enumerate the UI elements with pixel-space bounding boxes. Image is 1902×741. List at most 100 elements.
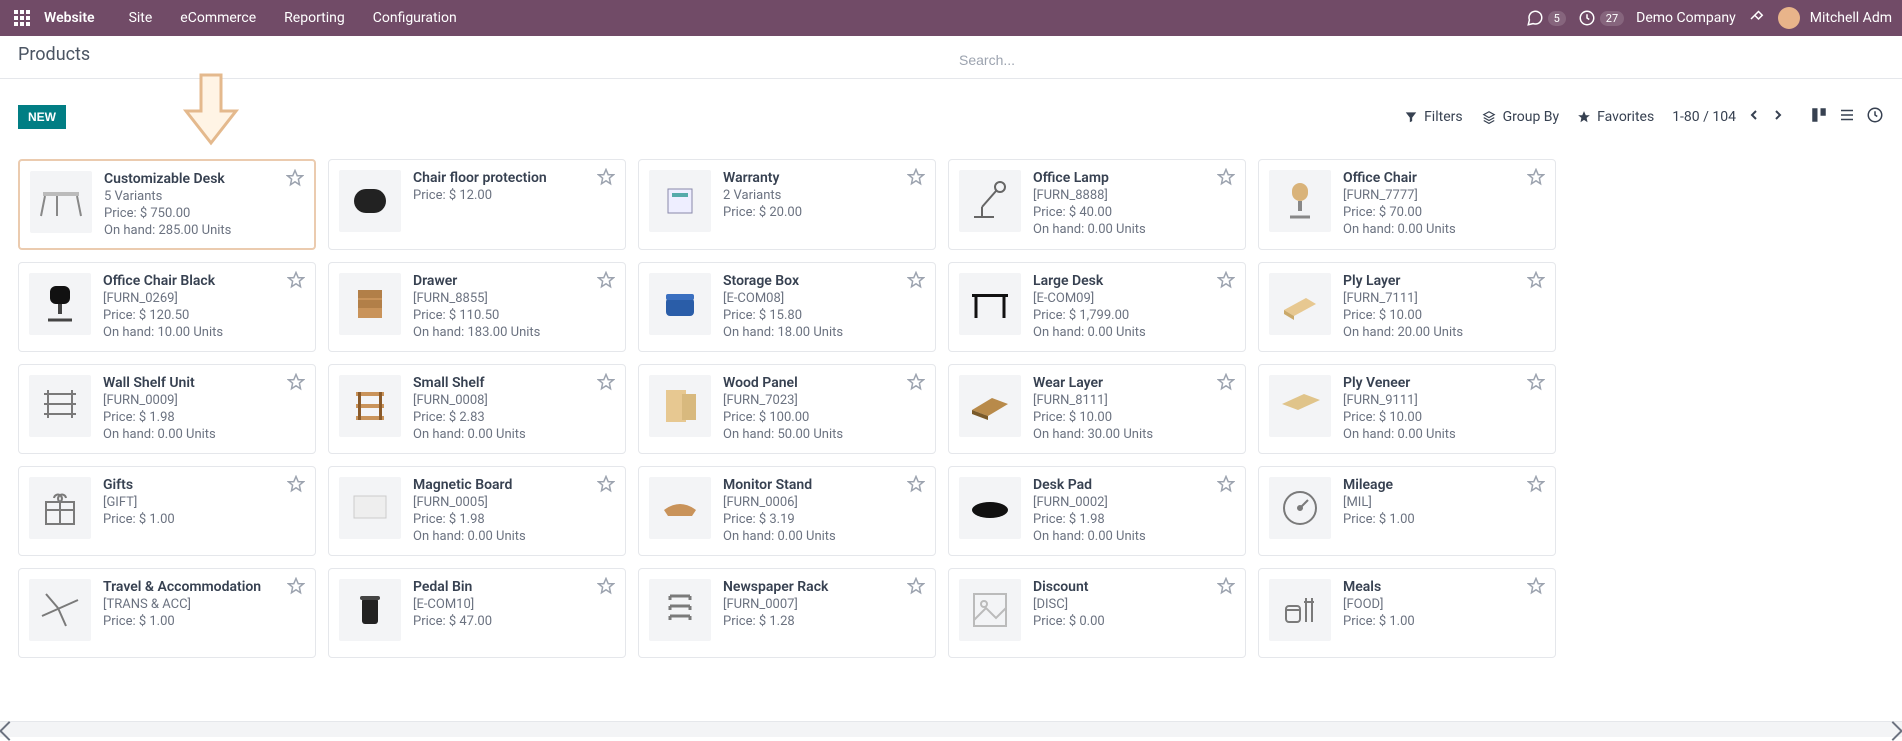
product-card[interactable]: Office Chair[FURN_7777]Price: $ 70.00On …: [1258, 159, 1556, 250]
product-card[interactable]: Ply Veneer[FURN_9111]Price: $ 10.00On ha…: [1258, 364, 1556, 454]
product-onhand: On hand: 0.00 Units: [1033, 325, 1235, 340]
favorite-star-icon[interactable]: [287, 373, 305, 395]
product-card[interactable]: Wear Layer[FURN_8111]Price: $ 10.00On ha…: [948, 364, 1246, 454]
activity-view-icon[interactable]: [1866, 106, 1884, 128]
product-sku: [GIFT]: [103, 495, 305, 510]
product-card[interactable]: Desk Pad[FURN_0002]Price: $ 1.98On hand:…: [948, 466, 1246, 556]
pager-next-icon[interactable]: [1770, 107, 1786, 127]
favorite-star-icon[interactable]: [907, 577, 925, 599]
product-card[interactable]: Wall Shelf Unit[FURN_0009]Price: $ 1.98O…: [18, 364, 316, 454]
product-title: Ply Layer: [1343, 273, 1545, 289]
product-title: Travel & Accommodation: [103, 579, 305, 595]
product-card[interactable]: Magnetic Board[FURN_0005]Price: $ 1.98On…: [328, 466, 626, 556]
product-sku: [E-COM09]: [1033, 291, 1235, 306]
product-card[interactable]: Discount[DISC]Price: $ 0.00: [948, 568, 1246, 658]
favorite-star-icon[interactable]: [597, 475, 615, 497]
product-title: Wear Layer: [1033, 375, 1235, 391]
product-price: Price: $ 1.00: [1343, 512, 1545, 527]
product-card[interactable]: Small Shelf[FURN_0008]Price: $ 2.83On ha…: [328, 364, 626, 454]
product-sku: [FURN_0005]: [413, 495, 615, 510]
product-thumbnail: [29, 477, 91, 539]
favorite-star-icon[interactable]: [907, 168, 925, 190]
product-card[interactable]: Gifts[GIFT]Price: $ 1.00: [18, 466, 316, 556]
product-variants: 5 Variants: [104, 189, 304, 204]
favorite-star-icon[interactable]: [597, 168, 615, 190]
product-card[interactable]: Monitor Stand[FURN_0006]Price: $ 3.19On …: [638, 466, 936, 556]
product-title: Pedal Bin: [413, 579, 615, 595]
new-button[interactable]: NEW: [18, 105, 66, 129]
product-card[interactable]: Drawer[FURN_8855]Price: $ 110.50On hand:…: [328, 262, 626, 352]
favorite-star-icon[interactable]: [286, 169, 304, 191]
product-card[interactable]: Large Desk[E-COM09]Price: $ 1,799.00On h…: [948, 262, 1246, 352]
favorite-star-icon[interactable]: [597, 373, 615, 395]
app-brand[interactable]: Website: [44, 10, 95, 26]
company-selector[interactable]: Demo Company: [1636, 10, 1736, 26]
nav-link[interactable]: Configuration: [359, 2, 471, 34]
favorites-button[interactable]: Favorites: [1577, 109, 1654, 125]
kanban-view-icon[interactable]: [1810, 106, 1828, 128]
apps-menu-icon[interactable]: [14, 10, 30, 26]
favorite-star-icon[interactable]: [597, 577, 615, 599]
favorite-star-icon[interactable]: [1217, 168, 1235, 190]
product-card[interactable]: Office Lamp[FURN_8888]Price: $ 40.00On h…: [948, 159, 1246, 250]
product-price: Price: $ 70.00: [1343, 205, 1545, 220]
product-card[interactable]: Meals[FOOD]Price: $ 1.00: [1258, 568, 1556, 658]
favorite-star-icon[interactable]: [287, 475, 305, 497]
favorite-star-icon[interactable]: [1217, 475, 1235, 497]
product-card[interactable]: Travel & Accommodation[TRANS & ACC]Price…: [18, 568, 316, 658]
filters-button[interactable]: Filters: [1404, 109, 1463, 125]
nav-link[interactable]: Reporting: [270, 2, 359, 34]
product-card[interactable]: Mileage[MIL]Price: $ 1.00: [1258, 466, 1556, 556]
list-view-icon[interactable]: [1838, 106, 1856, 128]
favorite-star-icon[interactable]: [1527, 475, 1545, 497]
product-title: Large Desk: [1033, 273, 1235, 289]
product-card[interactable]: Wood Panel[FURN_7023]Price: $ 100.00On h…: [638, 364, 936, 454]
user-menu[interactable]: Mitchell Adm: [1778, 7, 1892, 29]
product-title: Monitor Stand: [723, 477, 925, 493]
favorite-star-icon[interactable]: [907, 271, 925, 293]
groupby-button[interactable]: Group By: [1481, 109, 1560, 125]
product-onhand: On hand: 30.00 Units: [1033, 427, 1235, 442]
product-price: Price: $ 12.00: [413, 188, 615, 203]
activities-indicator[interactable]: 27: [1578, 9, 1624, 27]
product-price: Price: $ 100.00: [723, 410, 925, 425]
favorite-star-icon[interactable]: [907, 475, 925, 497]
favorite-star-icon[interactable]: [907, 373, 925, 395]
product-card[interactable]: Office Chair Black[FURN_0269]Price: $ 12…: [18, 262, 316, 352]
favorite-star-icon[interactable]: [287, 577, 305, 599]
favorite-star-icon[interactable]: [1217, 577, 1235, 599]
nav-link[interactable]: Site: [115, 2, 167, 34]
favorite-star-icon[interactable]: [1527, 168, 1545, 190]
product-thumbnail: [30, 171, 92, 233]
pager-text[interactable]: 1-80 / 104: [1672, 109, 1736, 125]
product-card[interactable]: Newspaper Rack[FURN_0007]Price: $ 1.28: [638, 568, 936, 658]
product-card[interactable]: Pedal Bin[E-COM10]Price: $ 47.00: [328, 568, 626, 658]
favorite-star-icon[interactable]: [597, 271, 615, 293]
product-price: Price: $ 2.83: [413, 410, 615, 425]
product-sku: [FURN_8888]: [1033, 188, 1235, 203]
product-price: Price: $ 10.00: [1343, 308, 1545, 323]
search-input[interactable]: [951, 46, 1884, 74]
product-card[interactable]: Ply Layer[FURN_7111]Price: $ 10.00On han…: [1258, 262, 1556, 352]
favorite-star-icon[interactable]: [1527, 577, 1545, 599]
debug-icon[interactable]: [1748, 7, 1766, 29]
product-card[interactable]: Chair floor protectionPrice: $ 12.00: [328, 159, 626, 250]
product-sku: [FURN_8855]: [413, 291, 615, 306]
product-onhand: On hand: 50.00 Units: [723, 427, 925, 442]
horizontal-scrollbar[interactable]: [0, 721, 1902, 737]
pager-prev-icon[interactable]: [1746, 107, 1762, 127]
favorite-star-icon[interactable]: [1527, 271, 1545, 293]
product-card[interactable]: Customizable Desk5 VariantsPrice: $ 750.…: [18, 159, 316, 250]
favorite-star-icon[interactable]: [1527, 373, 1545, 395]
product-price: Price: $ 1.28: [723, 614, 925, 629]
product-thumbnail: [339, 579, 401, 641]
messages-indicator[interactable]: 5: [1526, 9, 1566, 27]
nav-link[interactable]: eCommerce: [166, 2, 270, 34]
favorite-star-icon[interactable]: [287, 271, 305, 293]
product-title: Magnetic Board: [413, 477, 615, 493]
favorite-star-icon[interactable]: [1217, 271, 1235, 293]
product-card[interactable]: Storage Box[E-COM08]Price: $ 15.80On han…: [638, 262, 936, 352]
favorite-star-icon[interactable]: [1217, 373, 1235, 395]
product-card[interactable]: Warranty2 VariantsPrice: $ 20.00: [638, 159, 936, 250]
product-title: Drawer: [413, 273, 615, 289]
